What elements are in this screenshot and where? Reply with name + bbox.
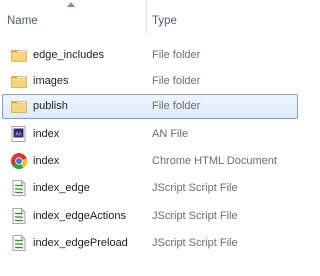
file-type: File folder: [152, 100, 201, 112]
script-file-icon: [10, 179, 28, 197]
list-item[interactable]: index Chrome HTML Document: [2, 149, 298, 174]
file-name: index_edgeActions: [33, 210, 126, 222]
file-type: File folder: [152, 49, 201, 61]
file-name: index: [33, 128, 60, 140]
list-item[interactable]: index_edgePreload JScript Script File: [2, 231, 298, 256]
svg-text:An: An: [15, 132, 21, 138]
list-item[interactable]: An index AN File: [2, 122, 298, 147]
file-type: Chrome HTML Document: [152, 155, 277, 167]
file-name: publish: [33, 100, 68, 112]
file-name: index_edge: [33, 182, 90, 194]
list-item[interactable]: index_edgeActions JScript Script File: [2, 204, 298, 229]
list-item[interactable]: images File folder: [2, 69, 298, 94]
script-file-icon: [10, 207, 28, 225]
folder-icon: [10, 72, 28, 90]
name-column-header[interactable]: Name: [7, 15, 38, 27]
file-name: images: [33, 75, 69, 87]
file-type: File folder: [152, 75, 201, 87]
file-name: index_edgePreload: [33, 237, 128, 249]
sort-ascending-icon: [67, 2, 75, 7]
chrome-icon: [10, 152, 28, 170]
file-name: index: [33, 155, 60, 167]
file-name: edge_includes: [33, 49, 104, 61]
file-type: AN File: [152, 128, 189, 140]
an-file-icon: An: [10, 125, 28, 143]
list-item-selected[interactable]: publish File folder: [2, 94, 298, 119]
type-column-header[interactable]: Type: [152, 15, 177, 27]
column-divider[interactable]: [146, 0, 147, 34]
list-item[interactable]: edge_includes File folder: [2, 43, 298, 68]
column-header: Name Type: [0, 0, 300, 34]
file-type: JScript Script File: [152, 237, 238, 249]
folder-icon: [10, 97, 28, 115]
file-type: JScript Script File: [152, 182, 238, 194]
script-file-icon: [10, 234, 28, 252]
list-item[interactable]: index_edge JScript Script File: [2, 176, 298, 201]
file-type: JScript Script File: [152, 210, 238, 222]
folder-icon: [10, 46, 28, 64]
